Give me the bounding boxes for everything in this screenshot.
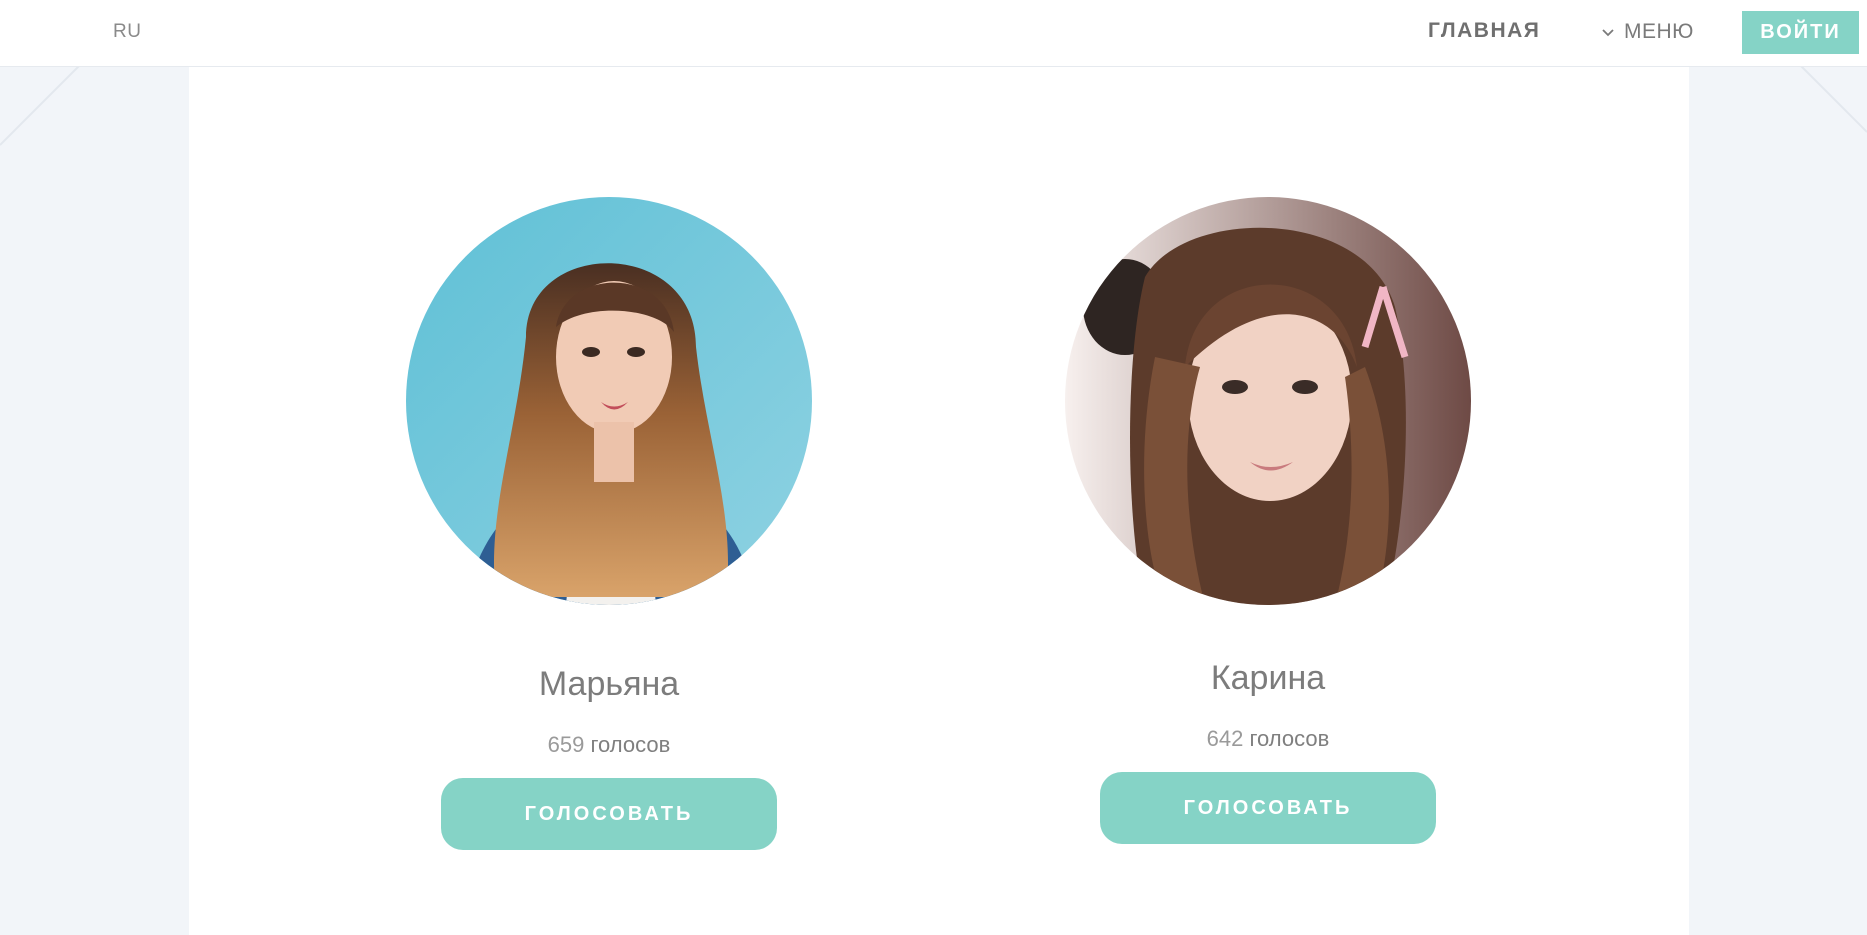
vote-button[interactable]: ГОЛОСОВАТЬ xyxy=(441,778,777,850)
language-switcher[interactable]: RU xyxy=(113,21,141,43)
vote-button[interactable]: ГОЛОСОВАТЬ xyxy=(1100,772,1436,844)
top-navigation-bar: RU ГЛАВНАЯ МЕНЮ ВОЙТИ xyxy=(0,0,1867,67)
nav-menu-dropdown[interactable]: МЕНЮ xyxy=(1601,20,1694,44)
vote-count: 659 голосов xyxy=(359,731,859,759)
candidate-name: Карина xyxy=(1210,659,1326,697)
candidate-card: Карина 642 голосов ГОЛОСОВАТЬ xyxy=(1018,197,1518,844)
vote-count-number: 659 xyxy=(547,732,585,757)
nav-home-link[interactable]: ГЛАВНАЯ xyxy=(1428,19,1540,43)
candidate-photo xyxy=(406,197,812,605)
nav-menu-label: МЕНЮ xyxy=(1624,20,1694,43)
candidate-card: Марьяна 659 голосов ГОЛОСОВАТЬ xyxy=(359,197,859,850)
vote-count-label: голосов xyxy=(1249,726,1330,751)
vote-count: 642 голосов xyxy=(1018,725,1518,753)
chevron-down-icon xyxy=(1602,29,1614,37)
vote-count-number: 642 xyxy=(1206,726,1244,751)
candidate-photo xyxy=(1065,197,1471,605)
login-button[interactable]: ВОЙТИ xyxy=(1742,11,1859,54)
voting-panel: Марьяна 659 голосов ГОЛОСОВАТЬ Карина 64… xyxy=(189,66,1689,935)
vote-count-label: голосов xyxy=(590,732,671,757)
candidate-name: Марьяна xyxy=(538,665,680,703)
